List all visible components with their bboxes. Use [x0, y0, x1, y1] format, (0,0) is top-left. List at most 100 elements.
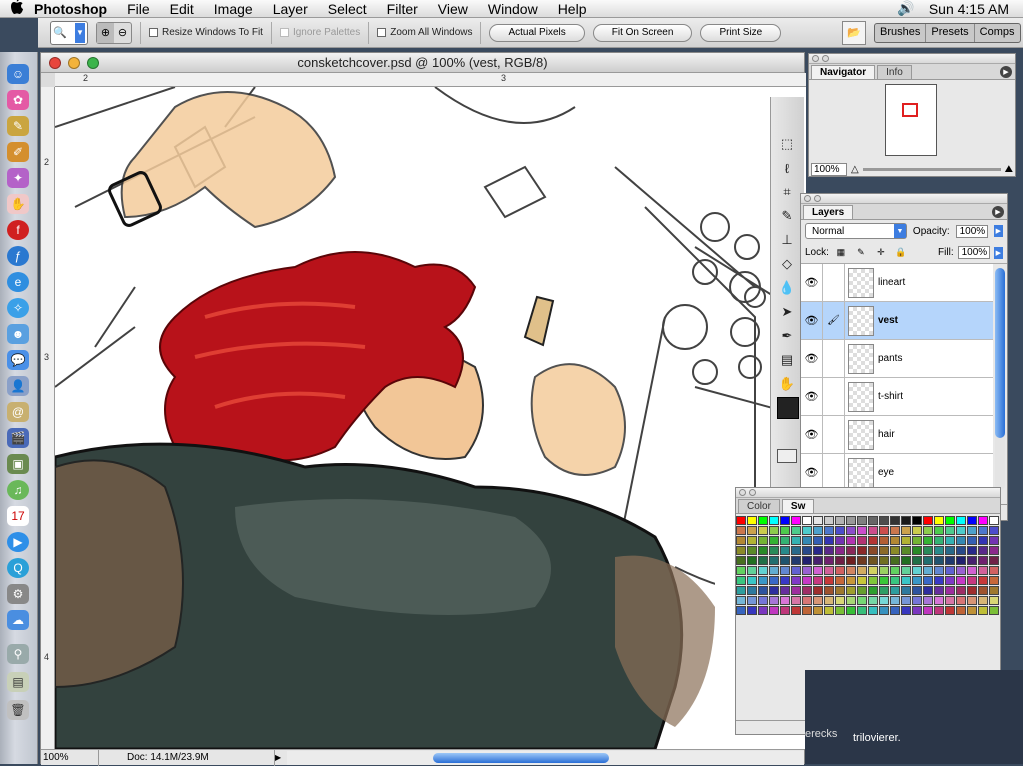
color-swatch[interactable] — [802, 536, 812, 545]
color-swatch[interactable] — [802, 586, 812, 595]
color-swatch[interactable] — [747, 556, 757, 565]
document-app-icon[interactable]: ▤ — [7, 672, 29, 692]
ruler-horizontal[interactable]: 2 3 — [55, 73, 806, 87]
lock-all-icon[interactable]: 🔒 — [893, 247, 909, 259]
color-swatch[interactable] — [868, 556, 878, 565]
layer-link-icon[interactable] — [823, 453, 845, 492]
layer-row-lineart[interactable]: 👁 lineart — [801, 264, 993, 302]
color-swatch[interactable] — [989, 566, 999, 575]
collapse-panel-icon[interactable] — [749, 489, 756, 496]
print-size-button[interactable]: Print Size — [700, 23, 782, 42]
color-swatch[interactable] — [813, 566, 823, 575]
color-swatch[interactable] — [978, 536, 988, 545]
color-swatch[interactable] — [824, 566, 834, 575]
opacity-arrow-icon[interactable]: ▶ — [993, 225, 1003, 237]
color-swatch[interactable] — [934, 516, 944, 525]
lock-position-icon[interactable]: ✛ — [873, 247, 889, 259]
minimize-window-button[interactable] — [68, 56, 80, 69]
color-swatch[interactable] — [923, 576, 933, 585]
color-swatch[interactable] — [934, 526, 944, 535]
sherlock-app-icon[interactable]: Q — [7, 558, 29, 578]
color-swatch[interactable] — [945, 516, 955, 525]
color-swatch[interactable] — [857, 576, 867, 585]
color-swatch[interactable] — [868, 546, 878, 555]
color-swatch[interactable] — [813, 516, 823, 525]
color-swatch[interactable] — [769, 526, 779, 535]
color-swatch[interactable] — [956, 526, 966, 535]
volume-icon[interactable]: 🔊 — [897, 0, 914, 17]
color-swatch[interactable] — [890, 586, 900, 595]
color-swatch[interactable] — [956, 516, 966, 525]
fill-arrow-icon[interactable]: ▶ — [993, 246, 1003, 259]
color-swatch[interactable] — [890, 606, 900, 615]
color-swatch[interactable] — [846, 556, 856, 565]
color-swatch[interactable] — [802, 526, 812, 535]
color-swatch[interactable] — [901, 516, 911, 525]
color-swatch[interactable] — [769, 576, 779, 585]
color-swatch[interactable] — [736, 536, 746, 545]
color-swatch[interactable] — [747, 516, 757, 525]
color-swatch[interactable] — [802, 566, 812, 575]
color-swatch[interactable] — [923, 516, 933, 525]
layer-link-icon[interactable] — [823, 339, 845, 378]
color-swatch[interactable] — [879, 516, 889, 525]
color-swatch[interactable] — [857, 586, 867, 595]
color-swatch[interactable] — [945, 526, 955, 535]
color-swatch[interactable] — [989, 526, 999, 535]
color-swatch[interactable] — [978, 596, 988, 605]
color-swatch[interactable] — [791, 566, 801, 575]
paintbrush-icon[interactable]: 🖌 — [823, 301, 845, 340]
color-swatch[interactable] — [835, 566, 845, 575]
color-swatch[interactable] — [879, 526, 889, 535]
color-swatch[interactable] — [879, 556, 889, 565]
color-swatch[interactable] — [879, 546, 889, 555]
color-swatch[interactable] — [967, 546, 977, 555]
color-swatch[interactable] — [945, 586, 955, 595]
color-swatch[interactable] — [791, 596, 801, 605]
itunes-app-icon[interactable]: ♫ — [7, 480, 29, 500]
actual-pixels-button[interactable]: Actual Pixels — [489, 23, 585, 42]
color-swatch[interactable] — [780, 516, 790, 525]
color-swatch[interactable] — [978, 556, 988, 565]
color-swatch[interactable] — [956, 606, 966, 615]
ignore-palettes-checkbox[interactable]: Ignore Palettes — [279, 27, 360, 38]
eye-icon[interactable]: 👁 — [801, 415, 823, 454]
color-swatch[interactable] — [791, 556, 801, 565]
color-swatch[interactable] — [824, 596, 834, 605]
color-swatch[interactable] — [901, 596, 911, 605]
color-swatch[interactable] — [945, 536, 955, 545]
color-swatch[interactable] — [758, 596, 768, 605]
color-swatch[interactable] — [835, 516, 845, 525]
color-swatch[interactable] — [956, 546, 966, 555]
clock[interactable]: Sun 4:15 AM — [929, 1, 1009, 17]
color-swatch[interactable] — [901, 556, 911, 565]
color-swatch[interactable] — [989, 586, 999, 595]
color-swatch[interactable] — [813, 526, 823, 535]
layer-link-icon[interactable] — [823, 415, 845, 454]
color-swatch[interactable] — [868, 516, 878, 525]
color-swatch[interactable] — [912, 556, 922, 565]
color-swatch[interactable] — [846, 586, 856, 595]
color-swatch[interactable] — [956, 536, 966, 545]
flower-app-icon[interactable]: ✿ — [7, 90, 29, 110]
color-swatch[interactable] — [945, 566, 955, 575]
color-swatch[interactable] — [967, 596, 977, 605]
color-swatch[interactable] — [813, 586, 823, 595]
color-swatch[interactable] — [934, 556, 944, 565]
color-swatch[interactable] — [901, 526, 911, 535]
color-swatch[interactable] — [769, 596, 779, 605]
zoom-field[interactable]: 100% — [41, 749, 99, 766]
color-swatch[interactable] — [945, 546, 955, 555]
color-swatch[interactable] — [912, 526, 922, 535]
color-swatch[interactable] — [846, 606, 856, 615]
color-swatch[interactable] — [857, 536, 867, 545]
color-swatch[interactable] — [923, 586, 933, 595]
color-swatch[interactable] — [802, 596, 812, 605]
color-swatch[interactable] — [912, 536, 922, 545]
tab-color[interactable]: Color — [738, 499, 780, 513]
tool-preset-picker[interactable]: 🔍 ▼ — [50, 20, 88, 45]
menu-file[interactable]: File — [117, 1, 160, 17]
eye-icon[interactable]: 👁 — [801, 377, 823, 416]
menu-edit[interactable]: Edit — [160, 1, 204, 17]
color-swatch[interactable] — [736, 576, 746, 585]
